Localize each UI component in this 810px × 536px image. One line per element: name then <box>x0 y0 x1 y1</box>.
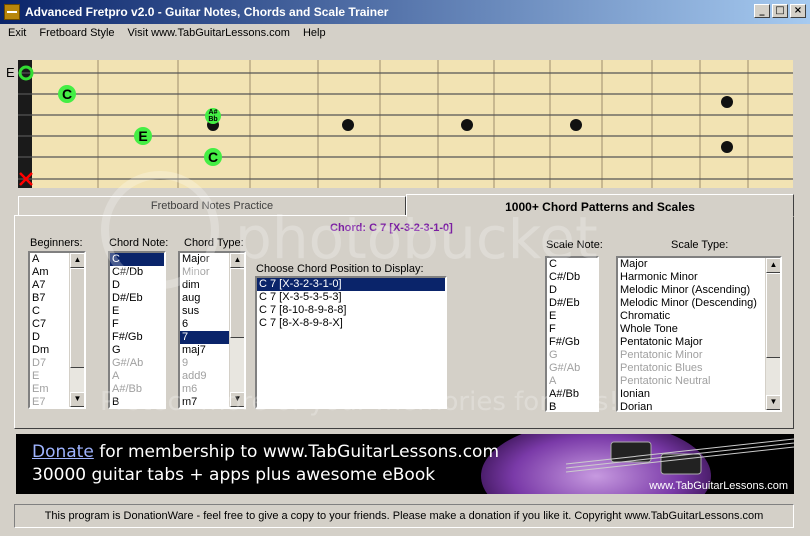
list-item[interactable]: Major <box>618 258 780 271</box>
beginners-label: Beginners: <box>30 237 83 249</box>
note-marker-e[interactable]: E <box>134 127 152 145</box>
list-item[interactable]: C#/Db <box>547 271 597 284</box>
scroll-thumb[interactable] <box>766 273 780 358</box>
list-item[interactable]: C 7 [8-X-8-9-8-X] <box>257 317 445 330</box>
scroll-down-icon[interactable]: ▼ <box>70 392 84 407</box>
list-item[interactable]: C#/Db <box>110 266 164 279</box>
scroll-thumb[interactable] <box>230 268 244 338</box>
list-item[interactable]: B <box>110 396 164 407</box>
banner-site-url[interactable]: www.TabGuitarLessons.com <box>649 480 788 492</box>
window-title: Advanced Fretpro v2.0 - Guitar Notes, Ch… <box>25 5 389 19</box>
list-item[interactable]: F <box>110 318 164 331</box>
chord-note-label: Chord Note: <box>109 237 169 249</box>
svg-text:C: C <box>208 149 218 165</box>
list-item[interactable]: G <box>110 344 164 357</box>
list-item[interactable]: Melodic Minor (Ascending) <box>618 284 780 297</box>
scroll-up-icon[interactable]: ▲ <box>766 258 780 273</box>
note-marker-bb[interactable]: A# Bb <box>205 108 221 124</box>
fretboard-wood <box>18 60 793 188</box>
list-item[interactable]: Pentatonic Minor <box>618 349 780 362</box>
list-item[interactable]: D <box>547 284 597 297</box>
list-item[interactable]: F#/Gb <box>110 331 164 344</box>
list-item[interactable]: C 7 [X-3-5-3-5-3] <box>257 291 445 304</box>
list-item[interactable]: F <box>547 323 597 336</box>
list-item[interactable]: Pentatonic Blues <box>618 362 780 375</box>
chord-type-scrollbar[interactable]: ▲ ▼ <box>229 253 244 407</box>
list-item[interactable]: D#/Eb <box>110 292 164 305</box>
list-item[interactable]: F#/Gb <box>547 336 597 349</box>
app-icon <box>4 4 20 20</box>
tab-chord-patterns[interactable]: 1000+ Chord Patterns and Scales <box>406 194 794 217</box>
banner-membership-text: Donate for membership to www.TabGuitarLe… <box>32 442 499 462</box>
list-item[interactable]: E <box>110 305 164 318</box>
title-bar: Advanced Fretpro v2.0 - Guitar Notes, Ch… <box>0 0 810 24</box>
list-item[interactable]: A#/Bb <box>547 388 597 401</box>
list-item[interactable]: A#/Bb <box>110 383 164 396</box>
list-item[interactable]: A <box>547 375 597 388</box>
list-item[interactable]: Whole Tone <box>618 323 780 336</box>
beginners-list[interactable]: A Am A7 B7 C C7 D Dm D7 E Em E7 ▲ ▼ <box>28 251 86 409</box>
svg-text:C: C <box>62 86 72 102</box>
fretboard[interactable]: E C A# Bb E C <box>0 56 810 190</box>
list-item[interactable]: Ionian <box>618 388 780 401</box>
scale-note-list[interactable]: C C#/Db D D#/Eb E F F#/Gb G G#/Ab A A#/B… <box>545 256 599 412</box>
scale-type-list[interactable]: Major Harmonic Minor Melodic Minor (Asce… <box>616 256 782 412</box>
banner-promo-text: 30000 guitar tabs + apps plus awesome eB… <box>32 465 436 485</box>
list-item[interactable]: C <box>110 253 164 266</box>
scroll-up-icon[interactable]: ▲ <box>70 253 84 268</box>
scale-type-label: Scale Type: <box>671 239 729 251</box>
chord-type-label: Chord Type: <box>184 237 244 249</box>
chord-position-list[interactable]: C 7 [X-3-2-3-1-0] C 7 [X-3-5-3-5-3] C 7 … <box>255 276 447 409</box>
menu-exit[interactable]: Exit <box>0 27 31 39</box>
scroll-thumb[interactable] <box>70 268 84 368</box>
donate-link[interactable]: Donate <box>32 442 94 462</box>
scroll-down-icon[interactable]: ▼ <box>230 392 244 407</box>
list-item[interactable]: G <box>547 349 597 362</box>
scroll-down-icon[interactable]: ▼ <box>766 395 780 410</box>
list-item[interactable]: E <box>547 310 597 323</box>
donation-banner[interactable]: Donate for membership to www.TabGuitarLe… <box>16 434 794 494</box>
scroll-up-icon[interactable]: ▲ <box>230 253 244 268</box>
list-item[interactable]: G#/Ab <box>547 362 597 375</box>
menu-fretboard-style[interactable]: Fretboard Style <box>31 27 119 39</box>
chord-note-list[interactable]: C C#/Db D D#/Eb E F F#/Gb G G#/Ab A A#/B… <box>108 251 166 409</box>
list-item[interactable]: Pentatonic Neutral <box>618 375 780 388</box>
string-label-e: E <box>6 65 15 80</box>
list-item[interactable]: D <box>110 279 164 292</box>
list-item[interactable]: D#/Eb <box>547 297 597 310</box>
list-item[interactable]: Pentatonic Major <box>618 336 780 349</box>
note-marker-c2[interactable]: C <box>204 148 222 166</box>
list-item[interactable]: C <box>547 258 597 271</box>
list-item[interactable]: Harmonic Minor <box>618 271 780 284</box>
status-bar: This program is DonationWare - feel free… <box>14 504 794 528</box>
svg-text:A#: A# <box>209 109 218 116</box>
chord-display: Chord: C 7 [X-3-2-3-1-0] <box>330 222 453 234</box>
chord-position-label: Choose Chord Position to Display: <box>256 263 424 275</box>
list-item[interactable]: Dorian <box>618 401 780 410</box>
menu-visit-site[interactable]: Visit www.TabGuitarLessons.com <box>120 27 295 39</box>
svg-text:Bb: Bb <box>208 116 217 123</box>
scale-note-label: Scale Note: <box>546 239 603 251</box>
list-item-selected[interactable]: C 7 [X-3-2-3-1-0] <box>257 278 445 291</box>
beginners-scrollbar[interactable]: ▲ ▼ <box>69 253 84 407</box>
menu-help[interactable]: Help <box>295 27 331 39</box>
note-marker-c1[interactable]: C <box>58 85 76 103</box>
close-button[interactable]: × <box>790 4 806 18</box>
menu-bar: Exit Fretboard Style Visit www.TabGuitar… <box>0 24 810 42</box>
list-item[interactable]: A <box>110 370 164 383</box>
maximize-button[interactable]: □ <box>772 4 788 18</box>
list-item[interactable]: B <box>547 401 597 410</box>
minimize-button[interactable]: _ <box>754 4 770 18</box>
tab-fretboard-notes[interactable]: Fretboard Notes Practice <box>18 196 406 216</box>
scale-type-scrollbar[interactable]: ▲ ▼ <box>765 258 780 410</box>
list-item[interactable]: Melodic Minor (Descending) <box>618 297 780 310</box>
chord-type-list[interactable]: Major Minor dim aug sus 6 7 maj7 9 add9 … <box>178 251 246 409</box>
list-item[interactable]: C 7 [8-10-8-9-8-8] <box>257 304 445 317</box>
list-item[interactable]: G#/Ab <box>110 357 164 370</box>
svg-text:E: E <box>138 128 147 144</box>
list-item[interactable]: Chromatic <box>618 310 780 323</box>
